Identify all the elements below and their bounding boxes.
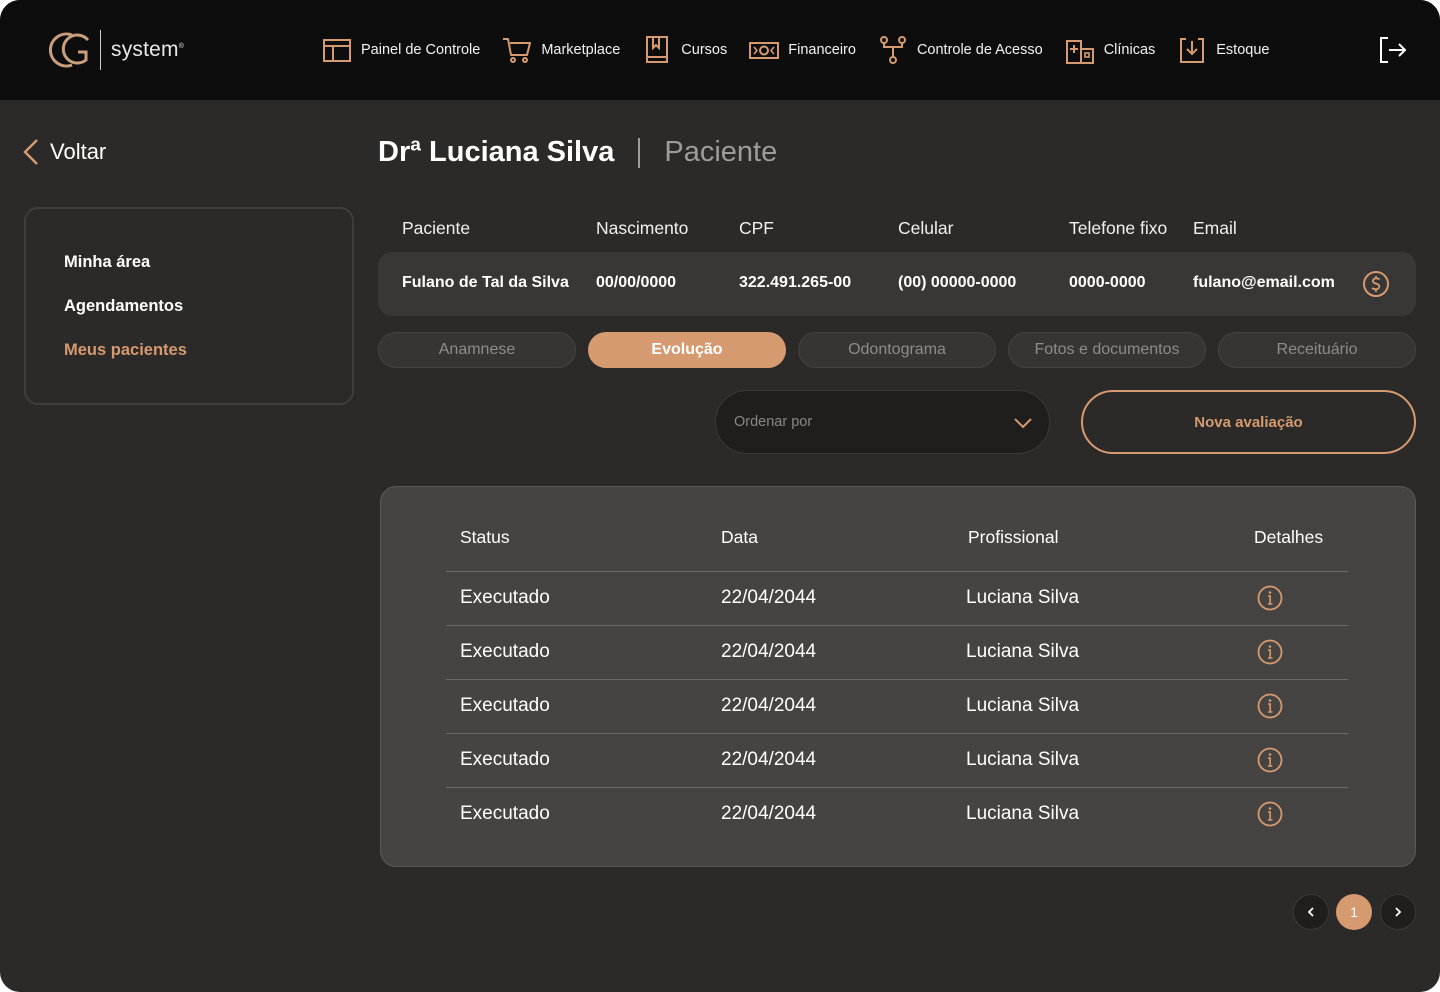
back-label: Voltar — [50, 139, 107, 164]
row-5-date: 22/04/2044 — [721, 803, 817, 824]
patient-header-email: Email — [1193, 218, 1237, 238]
row-1-professional: Luciana Silva — [966, 587, 1080, 608]
cg-monogram-logo — [49, 32, 90, 68]
row-2-professional: Luciana Silva — [966, 641, 1080, 662]
patient-header-name: Paciente — [402, 218, 471, 238]
logo-divider — [100, 30, 101, 70]
row-2-status: Executado — [460, 641, 550, 662]
nav-cursos[interactable]: Cursos — [642, 34, 727, 66]
chevron-left-icon — [1307, 907, 1314, 917]
nav-label: Estoque — [1216, 42, 1270, 58]
table-header-details: Detalhes — [1254, 527, 1324, 547]
logout-icon[interactable] — [1378, 36, 1408, 64]
title-divider — [638, 137, 641, 168]
clinic-building-icon — [1065, 40, 1094, 64]
pagination-prev-button[interactable] — [1293, 894, 1329, 930]
row-5-status: Executado — [460, 803, 550, 824]
brand-logo[interactable]: system® — [42, 28, 184, 72]
pagination-next-button[interactable] — [1380, 894, 1416, 930]
page-title: Drª Luciana Silva Paciente — [378, 136, 777, 169]
download-box-icon — [1180, 38, 1205, 63]
info-icon[interactable] — [1257, 747, 1283, 773]
nav-label: Clínicas — [1103, 42, 1156, 58]
row-3-status: Executado — [460, 695, 550, 716]
info-icon[interactable] — [1257, 693, 1283, 719]
access-tree-icon — [879, 36, 906, 64]
patient-header-cpf: CPF — [739, 218, 774, 238]
nav-clinicas[interactable]: Clínicas — [1065, 34, 1156, 66]
patient-header-phone: Telefone fixo — [1069, 218, 1168, 238]
row-divider — [446, 679, 1348, 680]
row-4-status: Executado — [460, 749, 550, 770]
row-divider — [446, 625, 1348, 626]
side-item-meus-pacientes[interactable]: Meus pacientes — [64, 341, 187, 360]
side-item-minha-area[interactable]: Minha área — [64, 253, 150, 272]
patient-email: fulano@email.com — [1193, 274, 1335, 291]
side-menu: Minha área Agendamentos Meus pacientes — [24, 207, 354, 405]
main-nav: Painel de Controle Marketplace Cursos Fi… — [322, 34, 1291, 66]
info-icon[interactable] — [1257, 585, 1283, 611]
dollar-circle-icon[interactable] — [1362, 270, 1390, 298]
tab-anamnese[interactable]: Anamnese — [378, 332, 576, 368]
back-button[interactable]: Voltar — [22, 138, 106, 166]
tab-odontograma[interactable]: Odontograma — [798, 332, 996, 368]
tab-receituario[interactable]: Receituário — [1218, 332, 1416, 368]
patient-name: Fulano de Tal da Silva — [402, 274, 569, 291]
row-1-status: Executado — [460, 587, 550, 608]
patient-cpf: 322.491.265-00 — [739, 274, 852, 291]
page-subtitle: Paciente — [664, 136, 778, 168]
table-header-professional: Profissional — [968, 527, 1059, 547]
pagination-page-current[interactable]: 1 — [1336, 894, 1372, 930]
side-item-agendamentos[interactable]: Agendamentos — [64, 297, 183, 316]
money-icon — [749, 42, 780, 59]
sort-placeholder: Ordenar por — [734, 414, 813, 430]
nav-label: Painel de Controle — [361, 42, 481, 58]
row-5-professional: Luciana Silva — [966, 803, 1080, 824]
nav-estoque[interactable]: Estoque — [1177, 34, 1269, 66]
row-4-professional: Luciana Silva — [966, 749, 1080, 770]
row-divider — [446, 571, 1348, 572]
top-navigation-bar: system® Painel de Controle Marketplace C… — [0, 0, 1440, 100]
patient-mobile: (00) 00000-0000 — [898, 274, 1017, 291]
nav-controle-de-acesso[interactable]: Controle de Acesso — [878, 34, 1043, 66]
new-evaluation-button[interactable]: Nova avaliação — [1081, 390, 1416, 454]
tab-fotos-e-documentos[interactable]: Fotos e documentos — [1008, 332, 1206, 368]
row-divider — [446, 787, 1348, 788]
sort-select[interactable]: Ordenar por — [715, 390, 1050, 454]
info-icon[interactable] — [1257, 639, 1283, 665]
row-2-date: 22/04/2044 — [721, 641, 817, 662]
chevron-down-icon — [1014, 418, 1032, 429]
brand-wordmark: system® — [111, 38, 185, 61]
row-1-date: 22/04/2044 — [721, 587, 817, 608]
nav-painel-de-controle[interactable]: Painel de Controle — [322, 34, 480, 66]
chevron-left-icon — [23, 139, 38, 165]
nav-label: Cursos — [681, 42, 728, 58]
table-header-status: Status — [460, 527, 510, 547]
row-3-date: 22/04/2044 — [721, 695, 817, 716]
nav-label: Financeiro — [788, 42, 856, 58]
patient-header-mobile: Celular — [898, 218, 954, 238]
table-header-date: Data — [721, 527, 758, 547]
info-icon[interactable] — [1257, 801, 1283, 827]
row-divider — [446, 733, 1348, 734]
cart-icon — [503, 38, 532, 63]
patient-header-birth: Nascimento — [596, 218, 689, 238]
nav-financeiro[interactable]: Financeiro — [749, 34, 856, 66]
dashboard-icon — [323, 39, 351, 62]
patient-phone: 0000-0000 — [1069, 274, 1146, 291]
doctor-name: Drª Luciana Silva — [378, 136, 615, 168]
row-3-professional: Luciana Silva — [966, 695, 1080, 716]
nav-marketplace[interactable]: Marketplace — [502, 34, 620, 66]
nav-label: Marketplace — [541, 42, 621, 58]
app-window: system® Painel de Controle Marketplace C… — [0, 0, 1440, 992]
book-icon — [646, 36, 669, 63]
nav-label: Controle de Acesso — [916, 42, 1043, 58]
patient-birth-date: 00/00/0000 — [596, 274, 677, 291]
chevron-right-icon — [1395, 907, 1402, 917]
row-4-date: 22/04/2044 — [721, 749, 817, 770]
tab-evolucao[interactable]: Evolução — [588, 332, 786, 368]
